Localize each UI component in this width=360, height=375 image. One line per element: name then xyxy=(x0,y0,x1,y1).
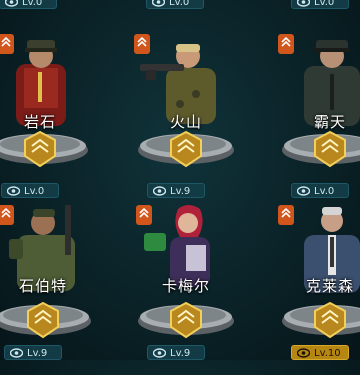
hero-name: 石伯特 xyxy=(18,277,67,295)
hero-card-kelaisen[interactable]: 克莱森 Lv.10 xyxy=(270,195,360,375)
top-level-pill-2: Lv.0 xyxy=(146,0,204,9)
hero-card-kameier[interactable]: 卡梅尔 Lv.9 xyxy=(126,195,246,375)
top-level-pill-1: Lv.0 xyxy=(0,0,57,9)
hero-level-text: Lv.10 xyxy=(314,348,341,359)
eye-icon xyxy=(152,0,165,7)
hero-name: 克莱森 xyxy=(305,277,354,295)
eye-icon xyxy=(5,0,18,7)
hero-level-pill: Lv.10 xyxy=(291,345,349,360)
top-level-text: Lv.0 xyxy=(314,0,335,8)
hero-grid: Lv.0 Lv.0 Lv.0 岩石 Lv.0 火山 Lv.9 霸天 Lv.0 石… xyxy=(0,0,360,360)
eye-icon xyxy=(297,348,310,358)
top-level-text: Lv.0 xyxy=(169,0,190,8)
top-level-text: Lv.0 xyxy=(22,0,43,8)
hero-level-pill: Lv.9 xyxy=(4,345,62,360)
hero-card-batian[interactable]: 霸天 Lv.0 xyxy=(270,12,360,198)
hero-name: 霸天 xyxy=(313,113,346,131)
hero-level-pill: Lv.9 xyxy=(147,345,205,360)
eye-icon xyxy=(153,348,166,358)
eye-icon xyxy=(10,348,23,358)
hero-name: 岩石 xyxy=(23,113,56,131)
hero-name: 卡梅尔 xyxy=(161,277,210,295)
hero-level-text: Lv.9 xyxy=(170,348,191,359)
eye-icon xyxy=(297,0,310,7)
hero-card-huoshan[interactable]: 火山 Lv.9 xyxy=(126,12,246,198)
hero-card-yanshi[interactable]: 岩石 Lv.0 xyxy=(0,12,100,198)
top-level-pill-3: Lv.0 xyxy=(291,0,349,9)
pedestal xyxy=(282,301,360,339)
hero-name: 火山 xyxy=(169,113,202,131)
pedestal xyxy=(138,301,234,339)
hero-level-text: Lv.9 xyxy=(27,348,48,359)
pedestal xyxy=(0,301,91,339)
hero-card-shiboti[interactable]: 石伯特 Lv.9 xyxy=(0,195,103,375)
